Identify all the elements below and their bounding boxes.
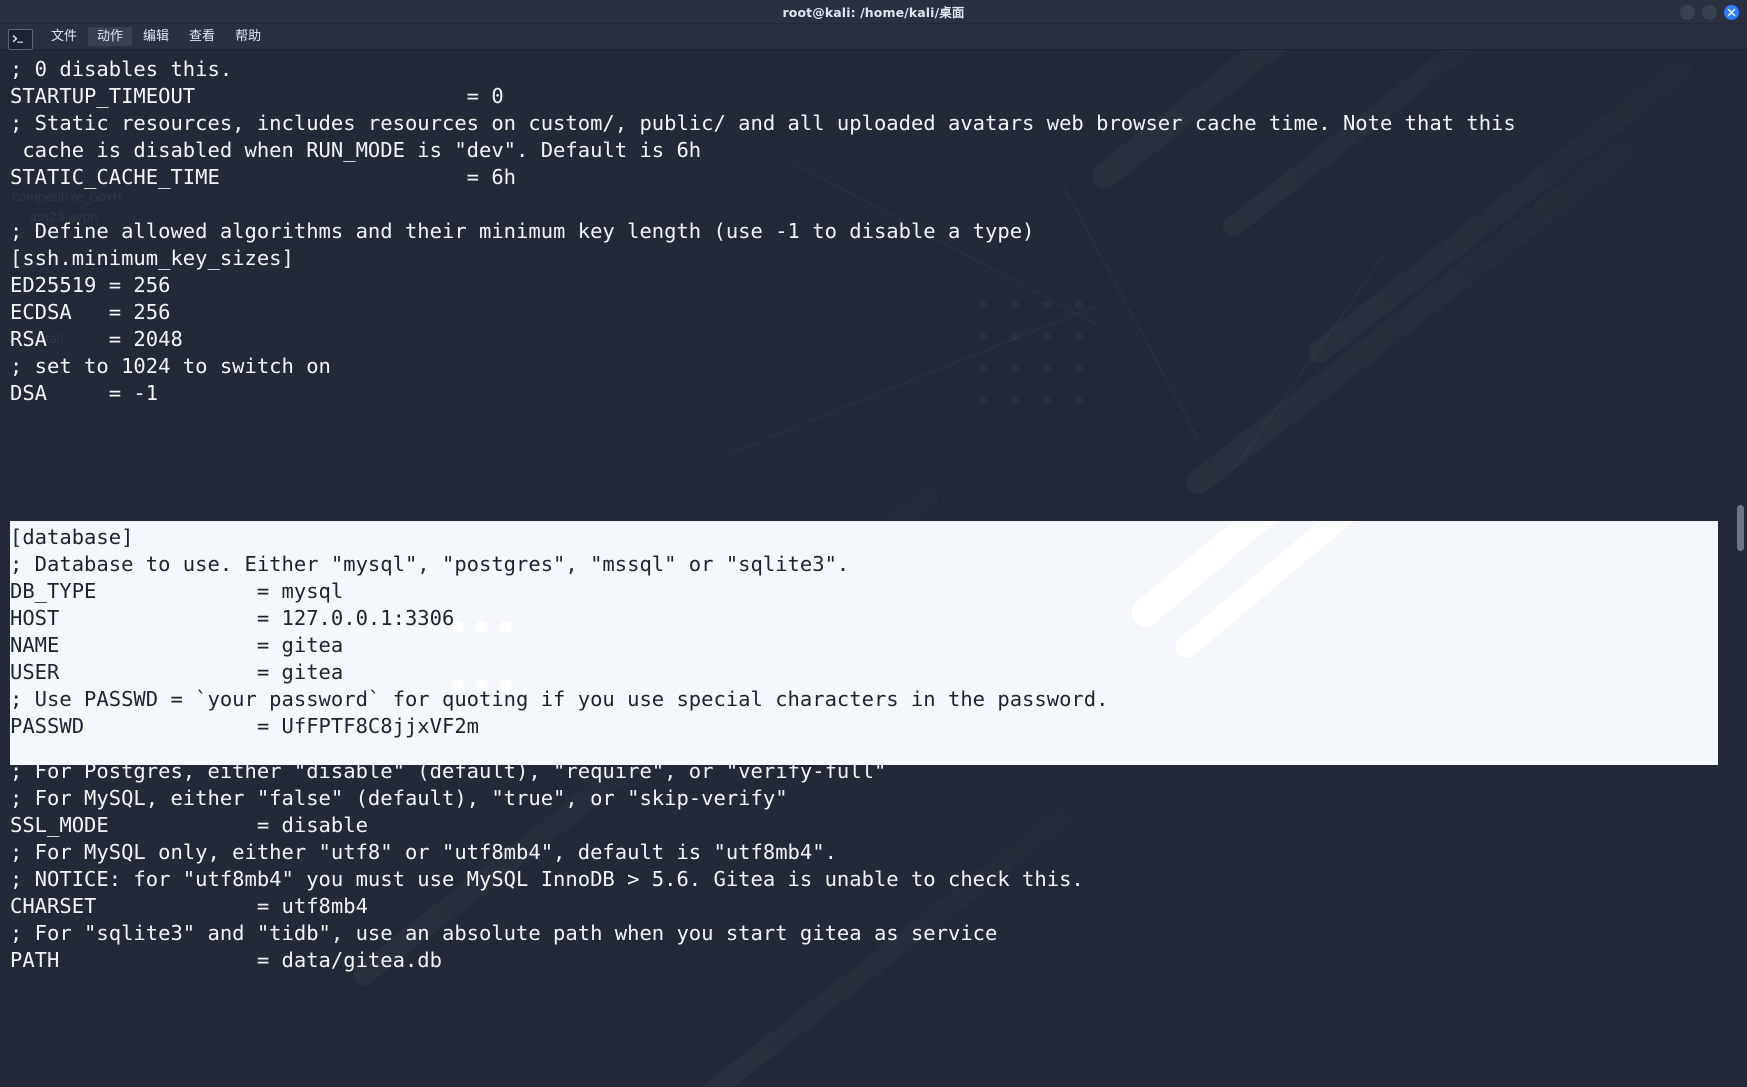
terminal-line: PATH = data/gitea.db [10, 948, 442, 972]
terminal-line: ; NOTICE: for "utf8mb4" you must use MyS… [10, 867, 1084, 891]
terminal-body[interactable]: competitive_GoxH am23.ovpn install ; 0 d… [0, 50, 1747, 1087]
terminal-line: ; set to 1024 to switch on [10, 354, 331, 378]
menu-edit[interactable]: 编辑 [134, 27, 178, 46]
terminal-line: ; 0 disables this. [10, 57, 233, 81]
menu-actions[interactable]: 动作 [88, 27, 133, 46]
terminal-line: RSA = 2048 [10, 327, 183, 351]
vertical-scrollbar[interactable] [1733, 50, 1747, 1087]
terminal-icon[interactable] [8, 29, 33, 50]
terminal-line-selected: [database] [10, 525, 134, 549]
terminal-line-selected: HOST = 127.0.0.1:3306 [10, 606, 455, 630]
prompt-glyph-icon [12, 35, 24, 43]
terminal-line-selected: PASSWD = UfFPTF8C8jjxVF2m [10, 714, 479, 738]
close-button[interactable] [1724, 4, 1739, 20]
terminal-line-selected: NAME = gitea [10, 633, 344, 657]
menu-file[interactable]: 文件 [42, 27, 86, 46]
terminal-line: ; Define allowed algorithms and their mi… [10, 219, 1035, 243]
menu-view[interactable]: 查看 [180, 27, 224, 46]
terminal-window: root@kali: /home/kali/桌面 文件 动作 编辑 查看 帮助 [0, 0, 1747, 1087]
close-icon [1727, 8, 1736, 16]
terminal-line: ; For MySQL only, either "utf8" or "utf8… [10, 840, 837, 864]
terminal-line: [ssh.minimum_key_sizes] [10, 246, 294, 270]
menu-help[interactable]: 帮助 [226, 27, 270, 46]
terminal-line: DSA = -1 [10, 381, 159, 405]
terminal-line: ; Static resources, includes resources o… [10, 111, 1516, 135]
terminal-line-selected: ; Use PASSWD = `your password` for quoti… [10, 687, 1109, 711]
title-bar[interactable]: root@kali: /home/kali/桌面 [0, 0, 1747, 24]
window-title: root@kali: /home/kali/桌面 [782, 5, 965, 20]
terminal-line: ; For MySQL, either "false" (default), "… [10, 786, 788, 810]
selected-text-block[interactable]: [database] ; Database to use. Either "my… [10, 521, 1718, 765]
window-controls [1680, 0, 1739, 24]
selected-lines: [database] ; Database to use. Either "my… [10, 521, 1718, 740]
terminal-line: ; For "sqlite3" and "tidb", use an absol… [10, 921, 998, 945]
terminal-line-spacer [10, 434, 1747, 461]
terminal-line-spacer [10, 461, 1747, 488]
scrollbar-thumb[interactable] [1737, 505, 1744, 551]
terminal-line-spacer [10, 488, 1747, 515]
terminal-line: cache is disabled when RUN_MODE is "dev"… [10, 138, 702, 162]
terminal-line: STARTUP_TIMEOUT = 0 [10, 84, 504, 108]
terminal-line-selected: ; Database to use. Either "mysql", "post… [10, 552, 850, 576]
terminal-line: ECDSA = 256 [10, 300, 171, 324]
terminal-line: SSL_MODE = disable [10, 813, 368, 837]
minimize-button[interactable] [1680, 4, 1695, 20]
terminal-line: ED25519 = 256 [10, 273, 171, 297]
terminal-line-selected: DB_TYPE = mysql [10, 579, 344, 603]
terminal-line-selected: USER = gitea [10, 660, 344, 684]
terminal-line: STATIC_CACHE_TIME = 6h [10, 165, 517, 189]
menu-bar: 文件 动作 编辑 查看 帮助 [0, 24, 1747, 50]
terminal-line: CHARSET = utf8mb4 [10, 894, 368, 918]
maximize-button[interactable] [1702, 4, 1717, 20]
